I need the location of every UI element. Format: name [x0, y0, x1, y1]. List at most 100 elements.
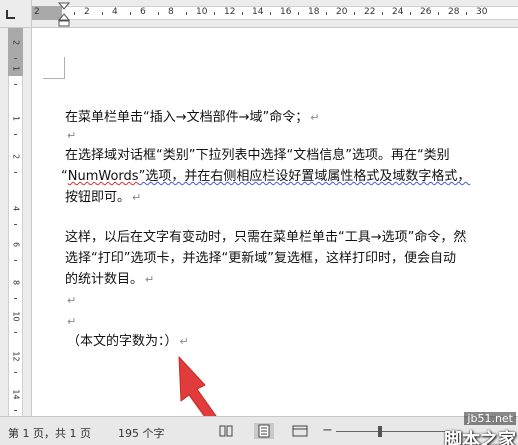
vruler-tick-label: 12 [11, 351, 21, 362]
paragraph-text: （本文的字数为：） [67, 334, 178, 349]
paragraph-text: 的统计数目。 [65, 272, 144, 287]
paragraph[interactable]: ↵ [65, 125, 76, 146]
indent-marker-icon[interactable] [58, 2, 70, 28]
ruler-minor-tick [438, 12, 439, 15]
ruler-minor-tick [158, 12, 159, 15]
status-bar: 第 1 页，共 1 页 195 个字 − [0, 416, 518, 445]
vruler-tick-label: 14 [11, 389, 21, 400]
document-page[interactable]: 在菜单栏单击“插入→文档部件→域”命令； ↵ ↵ 在选择域对话框“类别”下拉列表中… [33, 29, 518, 416]
ruler-tick-label: 4 [112, 7, 118, 17]
ruler-tick-label: 16 [280, 7, 292, 17]
paragraph[interactable]: ↵ [65, 311, 76, 332]
read-mode-icon [219, 425, 233, 437]
watermark-brand: 脚本之家 [444, 430, 516, 445]
paragraph[interactable]: ↵ [65, 290, 76, 311]
ruler-minor-tick [410, 12, 411, 15]
paragraph-text: ”选项，并在右侧相应栏设好置域属性格式及域数字格式， [138, 169, 471, 184]
paragraph-word-count-field[interactable]: （本文的字数为：） ↵ [67, 331, 189, 352]
vruler-minor-tick [14, 224, 17, 225]
ruler-minor-tick [354, 12, 355, 15]
paragraph-text: 按钮即可。 [65, 190, 131, 205]
paragraph-text: 这样，以后在文字有变动时，只需在菜单栏单击“工具→选项”命令，然 [65, 230, 467, 245]
paragraph[interactable]: 在选择域对话框“类别”下拉列表中选择“文档信息”选项。再在“类别 [65, 145, 450, 166]
vruler-tick-label: 2 [11, 153, 21, 160]
web-layout-icon [292, 425, 308, 437]
ruler-minor-tick [102, 12, 103, 15]
paragraph-line[interactable]: 按钮即可。 ↵ [65, 187, 141, 208]
ruler-tick-label: 30 [476, 7, 488, 17]
vruler-minor-tick [14, 410, 17, 411]
ruler-tick-label: 20 [336, 7, 348, 17]
paragraph-text: 在菜单栏单击“插入→文档部件→域”命令； [65, 110, 309, 125]
print-layout-button[interactable] [254, 423, 274, 439]
read-mode-button[interactable] [216, 423, 236, 439]
ruler-tick-label: 2 [34, 7, 40, 17]
zoom-slider-track[interactable] [336, 431, 446, 432]
numwords-field-name: NumWords [67, 169, 139, 184]
paragraph-mark: ↵ [179, 335, 189, 348]
page-info[interactable]: 第 1 页，共 1 页 [8, 425, 91, 441]
paragraph-mark: ↵ [67, 129, 77, 142]
ruler-minor-tick [214, 12, 215, 15]
ruler-tick-label: 28 [448, 7, 460, 17]
paragraph-mark: ↵ [310, 111, 320, 124]
ruler-minor-tick [270, 12, 271, 15]
ruler-minor-tick [130, 12, 131, 15]
paragraph-mark: ↵ [145, 273, 155, 286]
horizontal-ruler[interactable]: 2 2 4 6 8 10 12 14 16 18 20 22 24 26 28 30 [32, 0, 518, 28]
zoom-out-button[interactable]: − [322, 423, 333, 438]
ruler-minor-tick [466, 12, 467, 15]
vruler-minor-tick [14, 134, 17, 135]
quote-open: “ [61, 169, 68, 184]
red-arrow-icon [178, 356, 217, 416]
vruler-tick-label: 1 [11, 65, 21, 72]
vruler-minor-tick [14, 298, 17, 299]
word-count[interactable]: 195 个字 [118, 425, 165, 441]
watermark: jb51.net 脚本之家 [444, 407, 516, 445]
margin-corner-mark [43, 57, 65, 79]
ruler-corner[interactable] [0, 0, 32, 28]
vruler-minor-tick [14, 58, 17, 59]
vruler-tick-label: 6 [11, 241, 21, 248]
paragraph-mark: ↵ [132, 191, 142, 204]
vruler-tick-label: 8 [11, 279, 21, 286]
ruler-tick-label: 14 [252, 7, 264, 17]
ruler-tick-label: 26 [420, 7, 432, 17]
paragraph-line[interactable]: 选择“打印”选项卡，并选择“更新域”复选框，这样打印时，便会自动 [65, 248, 456, 269]
vertical-ruler[interactable]: 2 1 1 2 4 6 8 10 12 14 [0, 28, 32, 416]
vruler-tick-label: 10 [11, 311, 21, 322]
paragraph-line[interactable]: 的统计数目。 ↵ [65, 269, 154, 290]
ruler-minor-tick [326, 12, 327, 15]
ruler-tick-label: 8 [168, 7, 174, 17]
ruler-minor-tick [74, 12, 75, 15]
paragraph-mark: ↵ [67, 315, 77, 328]
ruler-tick-label: 6 [140, 7, 146, 17]
ruler-tick-label: 10 [196, 7, 208, 17]
paragraph-line[interactable]: “NumWords”选项，并在右侧相应栏设好置域属性格式及域数字格式， [61, 166, 470, 187]
vruler-tick-label: 2 [11, 39, 21, 46]
vruler-minor-tick [14, 332, 17, 333]
ruler-minor-tick [242, 12, 243, 15]
vruler-minor-tick [14, 84, 17, 85]
ruler-tick-label: 12 [224, 7, 236, 17]
vruler-tick-label: 1 [11, 115, 21, 122]
paragraph[interactable]: 这样，以后在文字有变动时，只需在菜单栏单击“工具→选项”命令，然 [65, 227, 466, 248]
vruler-minor-tick [14, 172, 17, 173]
ruler-minor-tick [298, 12, 299, 15]
paragraph[interactable]: 在菜单栏单击“插入→文档部件→域”命令； ↵ [65, 107, 319, 128]
ruler-tick-label: 24 [392, 7, 404, 17]
ruler-tick-label: 18 [308, 7, 320, 17]
vruler-tick-label: 4 [11, 205, 21, 212]
paragraph-text: 在选择域对话框“类别”下拉列表中选择“文档信息”选项。再在“类别 [65, 148, 450, 163]
web-layout-button[interactable] [290, 423, 310, 439]
print-layout-icon [258, 424, 270, 438]
tab-stop-icon[interactable] [6, 10, 15, 19]
ruler-minor-tick [382, 12, 383, 15]
paragraph-mark: ↵ [67, 294, 77, 307]
vruler-minor-tick [14, 372, 17, 373]
zoom-slider-thumb[interactable] [378, 426, 382, 437]
ruler-tick-label: 2 [84, 7, 90, 17]
paragraph-text: 选择“打印”选项卡，并选择“更新域”复选框，这样打印时，便会自动 [65, 251, 456, 266]
ruler-minor-tick [186, 12, 187, 15]
vruler-minor-tick [14, 260, 17, 261]
